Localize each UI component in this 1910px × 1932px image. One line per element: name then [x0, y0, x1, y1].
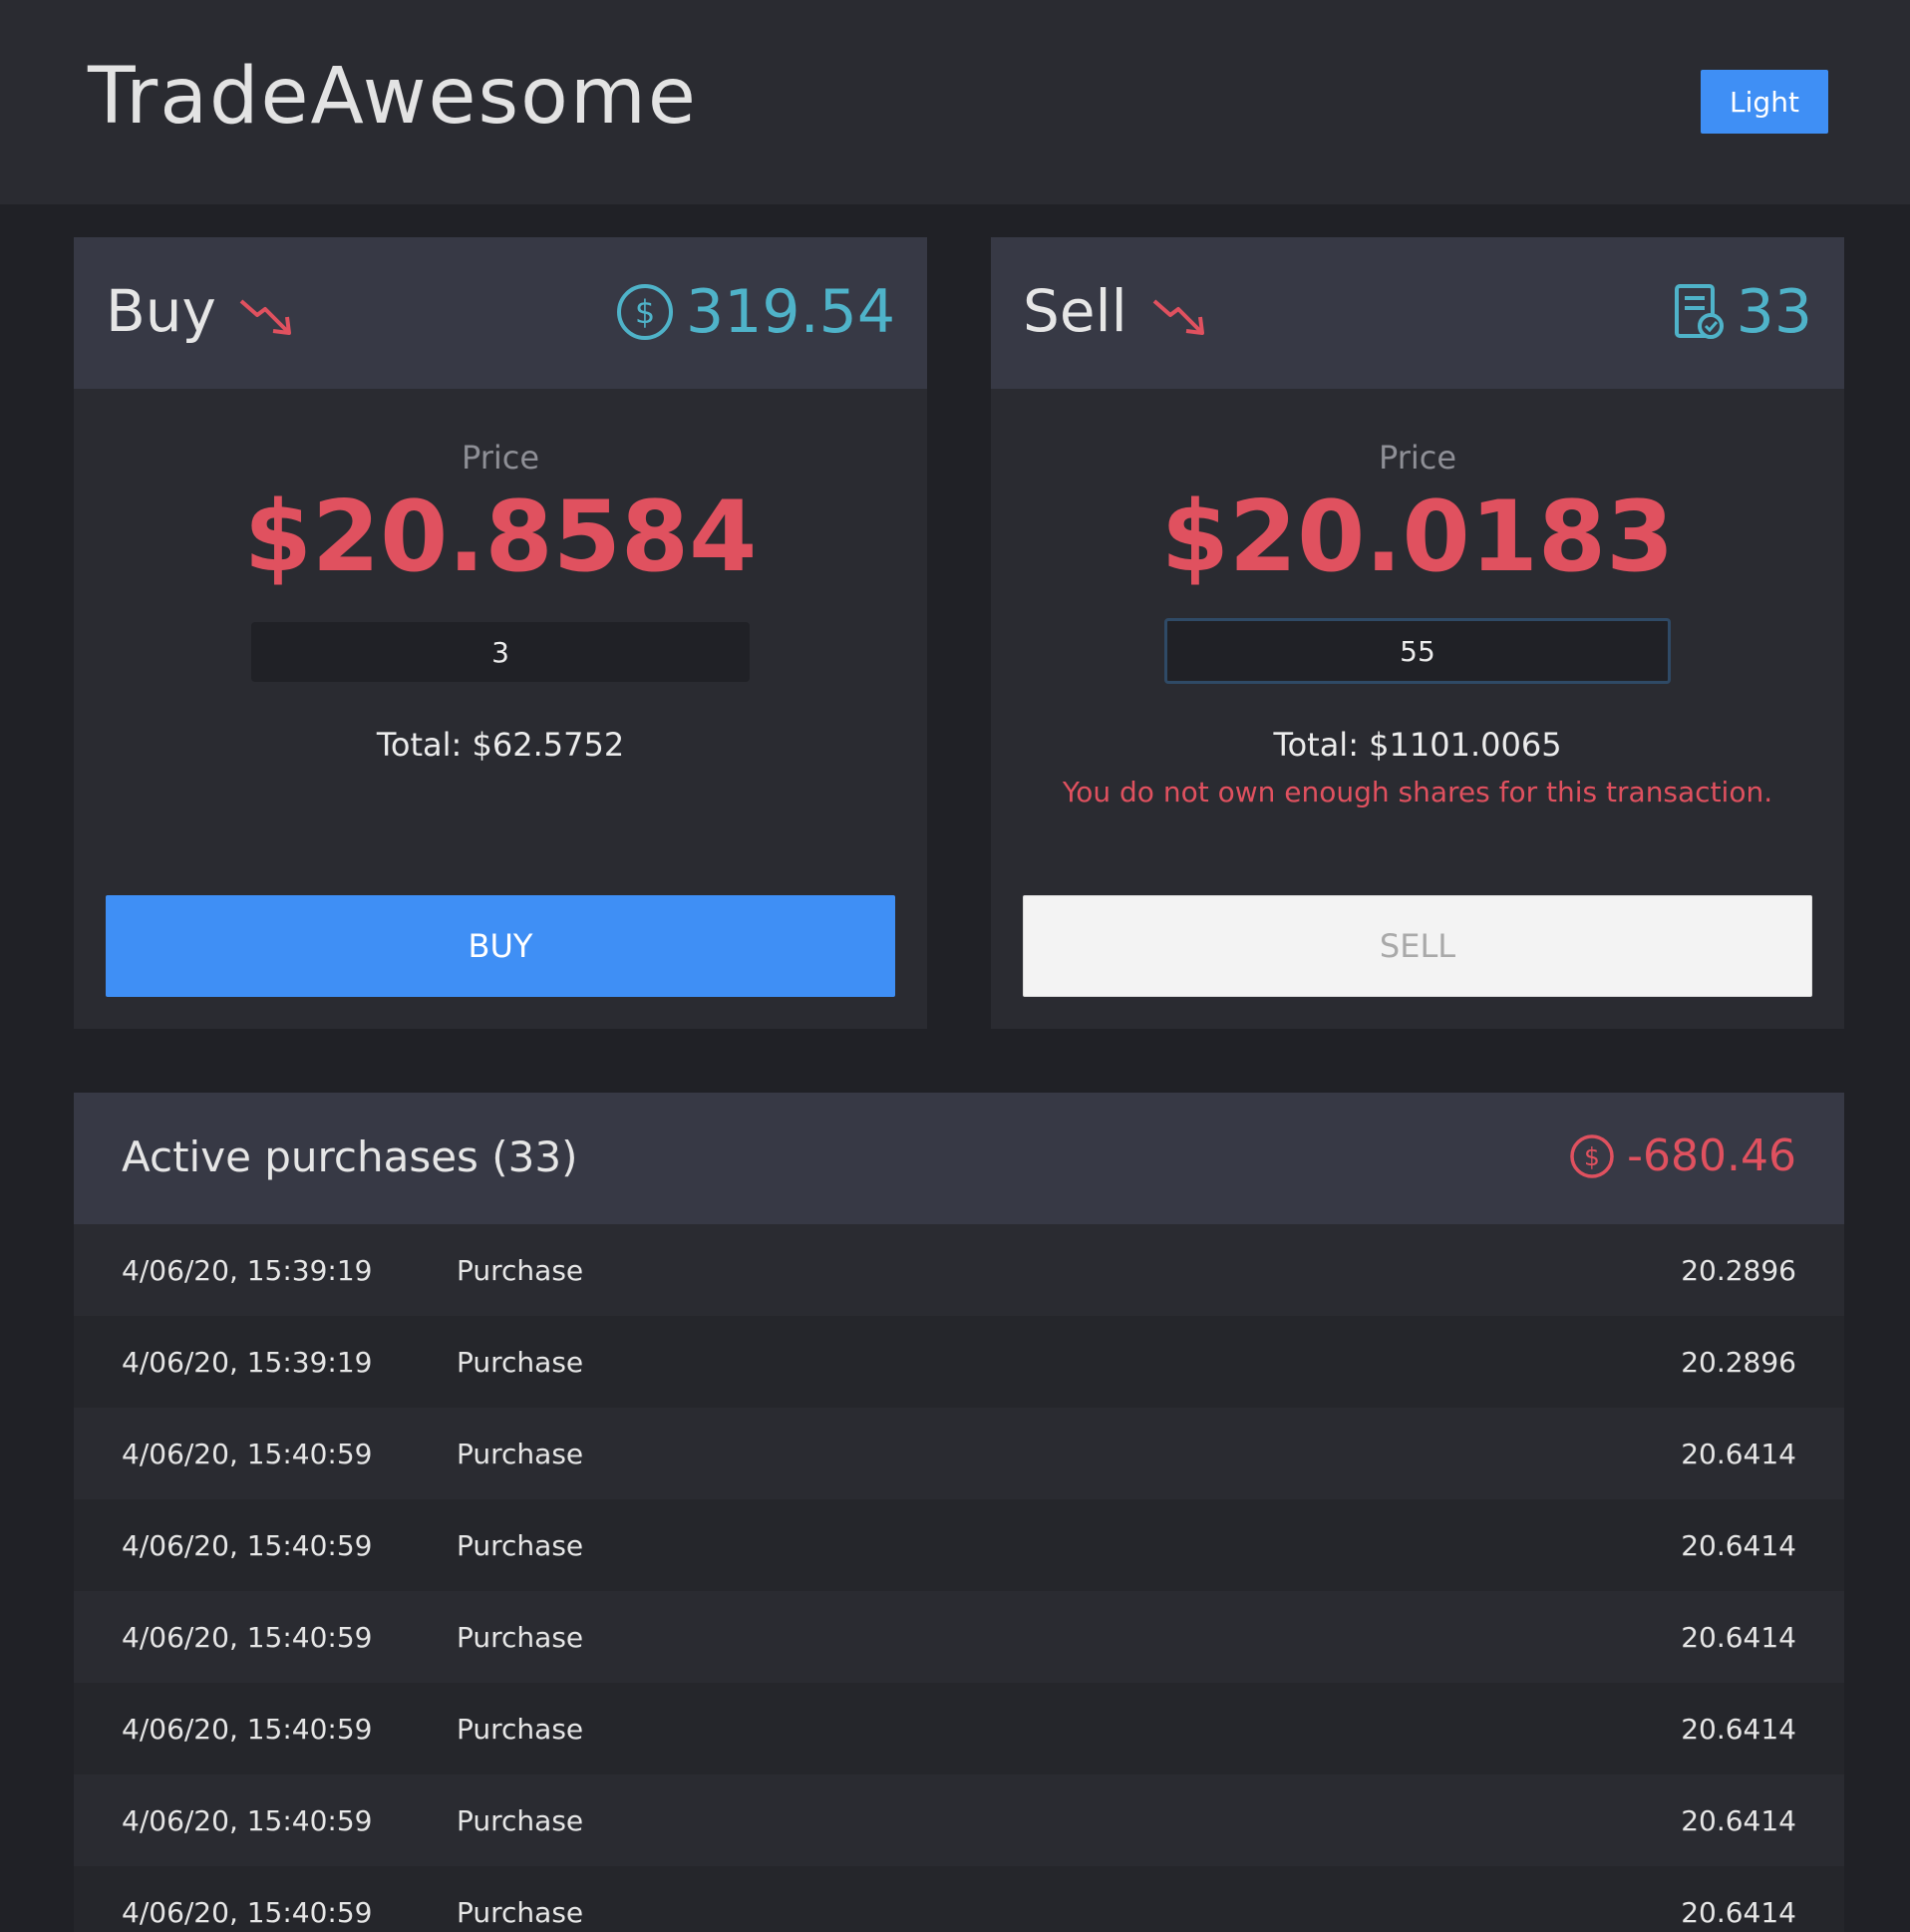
buy-price-value: $20.8584 — [243, 481, 758, 594]
table-row[interactable]: 4/06/20, 15:40:59 Purchase 20.6414 — [74, 1774, 1844, 1866]
sell-total: Total: $1101.0065 — [1273, 726, 1562, 764]
table-row[interactable]: 4/06/20, 15:39:19 Purchase 20.2896 — [74, 1316, 1844, 1408]
buy-card-header: Buy $ 319.54 — [74, 237, 927, 389]
table-row[interactable]: 4/06/20, 15:40:59 Purchase 20.6414 — [74, 1866, 1844, 1932]
buy-button[interactable]: BUY — [106, 895, 895, 997]
sell-error-message: You do not own enough shares for this tr… — [1062, 776, 1773, 808]
buy-balance: $ 319.54 — [616, 277, 895, 347]
sell-price-label: Price — [1378, 439, 1457, 477]
sell-price-value: $20.0183 — [1160, 481, 1675, 594]
purchase-price: 20.6414 — [1681, 1895, 1796, 1929]
purchase-price: 20.6414 — [1681, 1528, 1796, 1562]
purchase-date: 4/06/20, 15:40:59 — [122, 1620, 373, 1654]
table-row[interactable]: 4/06/20, 15:39:19 Purchase 20.2896 — [74, 1224, 1844, 1316]
purchase-type: Purchase — [457, 1803, 584, 1837]
dollar-circle-icon: $ — [617, 284, 674, 340]
sell-shares: 33 — [1673, 277, 1812, 347]
sell-title: Sell — [1023, 277, 1127, 345]
active-purchases-total-value: -680.46 — [1627, 1130, 1796, 1181]
purchase-price: 20.6414 — [1681, 1437, 1796, 1470]
purchase-price: 20.6414 — [1681, 1712, 1796, 1746]
buy-price-label: Price — [461, 439, 540, 477]
theme-toggle-button[interactable]: Light — [1701, 70, 1828, 134]
purchases-list: 4/06/20, 15:39:19 Purchase 20.2896 4/06/20,… — [74, 1224, 1844, 1932]
purchase-date: 4/06/20, 15:40:59 — [122, 1895, 373, 1929]
table-row[interactable]: 4/06/20, 15:40:59 Purchase 20.6414 — [74, 1683, 1844, 1774]
sell-card: Sell 33 Price $20.0183 Total: $1101.0065… — [991, 237, 1844, 1029]
purchase-date: 4/06/20, 15:40:59 — [122, 1803, 373, 1837]
buy-quantity-input[interactable] — [251, 622, 750, 682]
active-purchases-panel: Active purchases (33) $ -680.46 4/06/20,… — [74, 1093, 1844, 1932]
document-check-icon — [1674, 284, 1724, 339]
purchase-type: Purchase — [457, 1345, 584, 1379]
purchase-date: 4/06/20, 15:39:19 — [122, 1253, 373, 1287]
table-row[interactable]: 4/06/20, 15:40:59 Purchase 20.6414 — [74, 1591, 1844, 1683]
sell-shares-value: 33 — [1736, 277, 1812, 347]
sell-button[interactable]: SELL — [1023, 895, 1812, 997]
trending-down-icon — [1152, 299, 1204, 335]
buy-title: Buy — [106, 277, 216, 345]
active-purchases-total: $ -680.46 — [1569, 1130, 1796, 1181]
active-purchases-header: Active purchases (33) $ -680.46 — [74, 1093, 1844, 1224]
purchase-date: 4/06/20, 15:40:59 — [122, 1528, 373, 1562]
purchase-price: 20.6414 — [1681, 1803, 1796, 1837]
buy-total: Total: $62.5752 — [376, 726, 625, 764]
trending-down-icon — [239, 299, 291, 335]
sell-card-header: Sell 33 — [991, 237, 1844, 389]
purchase-type: Purchase — [457, 1895, 584, 1929]
svg-text:$: $ — [1584, 1142, 1600, 1171]
purchase-type: Purchase — [457, 1712, 584, 1746]
buy-card: Buy $ 319.54 Price $20.8584 Total: $62.5… — [74, 237, 927, 1029]
svg-text:$: $ — [635, 293, 655, 331]
purchase-date: 4/06/20, 15:40:59 — [122, 1712, 373, 1746]
purchase-type: Purchase — [457, 1253, 584, 1287]
purchase-price: 20.2896 — [1681, 1345, 1796, 1379]
purchase-date: 4/06/20, 15:39:19 — [122, 1345, 373, 1379]
sell-quantity-input[interactable] — [1164, 618, 1671, 684]
table-row[interactable]: 4/06/20, 15:40:59 Purchase 20.6414 — [74, 1499, 1844, 1591]
purchase-type: Purchase — [457, 1620, 584, 1654]
buy-balance-value: 319.54 — [686, 277, 895, 347]
purchase-price: 20.6414 — [1681, 1620, 1796, 1654]
app-header: TradeAwesome Light — [0, 0, 1910, 204]
active-purchases-title: Active purchases (33) — [122, 1132, 578, 1181]
purchase-date: 4/06/20, 15:40:59 — [122, 1437, 373, 1470]
purchase-type: Purchase — [457, 1528, 584, 1562]
table-row[interactable]: 4/06/20, 15:40:59 Purchase 20.6414 — [74, 1408, 1844, 1499]
purchase-type: Purchase — [457, 1437, 584, 1470]
brand-title: TradeAwesome — [88, 52, 698, 142]
dollar-circle-icon: $ — [1570, 1133, 1614, 1178]
purchase-price: 20.2896 — [1681, 1253, 1796, 1287]
